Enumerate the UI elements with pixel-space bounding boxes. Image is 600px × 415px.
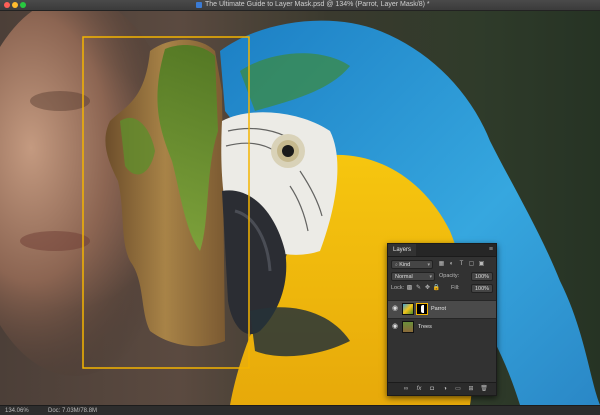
document-canvas[interactable] (0, 11, 600, 405)
type-filter-icon[interactable]: T (457, 260, 466, 269)
visibility-eye-icon[interactable]: ◉ (392, 305, 400, 313)
new-layer-icon[interactable]: ⊞ (467, 385, 475, 393)
fill-label: Fill: (451, 285, 460, 291)
blurred-lips (20, 231, 90, 251)
opacity-label: Opacity: (439, 273, 460, 279)
window-title: The Ultimate Guide to Layer Mask.psd @ 1… (205, 1, 430, 8)
close-window-button[interactable] (4, 2, 10, 8)
zoom-level[interactable]: 134.06% (5, 406, 29, 415)
add-mask-icon[interactable]: ◘ (428, 385, 436, 393)
layer-row-parrot[interactable]: ◉ Parrot (388, 300, 496, 318)
lock-position-icon[interactable]: ✥ (423, 284, 432, 293)
link-layers-icon[interactable]: ∞ (402, 385, 410, 393)
zoom-window-button[interactable] (20, 2, 26, 8)
visibility-eye-icon[interactable]: ◉ (392, 323, 400, 331)
lock-row: Lock: ▩ ✎ ✥ 🔒 Fill: 100% (391, 284, 493, 294)
filter-row: ⌕ Kind ▾ ▦ ◐ T ▢ ▣ (391, 260, 493, 270)
smart-object-filter-icon[interactable]: ▣ (477, 260, 486, 269)
adjustment-layer-icon[interactable]: ◑ (441, 385, 449, 393)
layer-thumbnail (402, 321, 414, 333)
title-bar: The Ultimate Guide to Layer Mask.psd @ 1… (0, 0, 600, 11)
layer-name: Trees (418, 324, 432, 330)
filter-kind-select[interactable]: ⌕ Kind ▾ (391, 260, 433, 269)
panel-menu-icon[interactable]: ≡ (489, 246, 493, 253)
opacity-field[interactable]: 100% (471, 272, 493, 281)
filter-kind-label: Kind (399, 262, 411, 268)
lock-pixels-icon[interactable]: ✎ (414, 284, 423, 293)
canvas-artwork (0, 11, 600, 405)
psd-document-icon (196, 2, 202, 8)
chevron-down-icon: ▾ (427, 262, 430, 268)
delete-layer-icon[interactable]: 🗑 (480, 385, 488, 393)
opacity-value: 100% (475, 274, 490, 280)
parrot-pupil (282, 145, 294, 157)
image-filter-icon[interactable]: ▦ (437, 260, 446, 269)
adjustment-filter-icon[interactable]: ◐ (447, 260, 456, 269)
blend-mode-value: Normal (395, 274, 413, 280)
photoshop-window: The Ultimate Guide to Layer Mask.psd @ 1… (0, 0, 600, 415)
fill-field[interactable]: 100% (471, 284, 493, 293)
blurred-eye (30, 91, 90, 111)
new-group-icon[interactable]: ▭ (454, 385, 462, 393)
tab-layers[interactable]: Layers (388, 244, 417, 256)
minimize-window-button[interactable] (12, 2, 18, 8)
lock-transparency-icon[interactable]: ▩ (405, 284, 414, 293)
blend-mode-select[interactable]: Normal ▾ (391, 272, 435, 281)
fill-value: 100% (475, 286, 490, 292)
panel-tab-bar: Layers ≡ (388, 244, 496, 257)
document-size[interactable]: Doc: 7.03M/78.8M (48, 406, 97, 415)
status-bar: 134.06% Doc: 7.03M/78.8M (0, 405, 600, 415)
lock-label: Lock: (391, 285, 405, 291)
layer-mask-thumbnail[interactable] (416, 303, 428, 315)
layer-thumbnail (402, 303, 414, 315)
layers-panel-toolbar: ∞ fx ◘ ◑ ▭ ⊞ 🗑 (388, 382, 496, 395)
layer-name: Parrot (431, 306, 446, 312)
layer-row-trees[interactable]: ◉ Trees (388, 318, 496, 336)
lock-all-icon[interactable]: 🔒 (432, 284, 441, 293)
chevron-down-icon: ▾ (429, 274, 432, 280)
shape-filter-icon[interactable]: ▢ (467, 260, 476, 269)
blend-row: Normal ▾ Opacity: 100% (391, 272, 493, 282)
layers-panel: Layers ≡ ⌕ Kind ▾ ▦ ◐ T ▢ ▣ Normal ▾ Opa… (387, 243, 497, 396)
fx-icon[interactable]: fx (415, 385, 423, 393)
